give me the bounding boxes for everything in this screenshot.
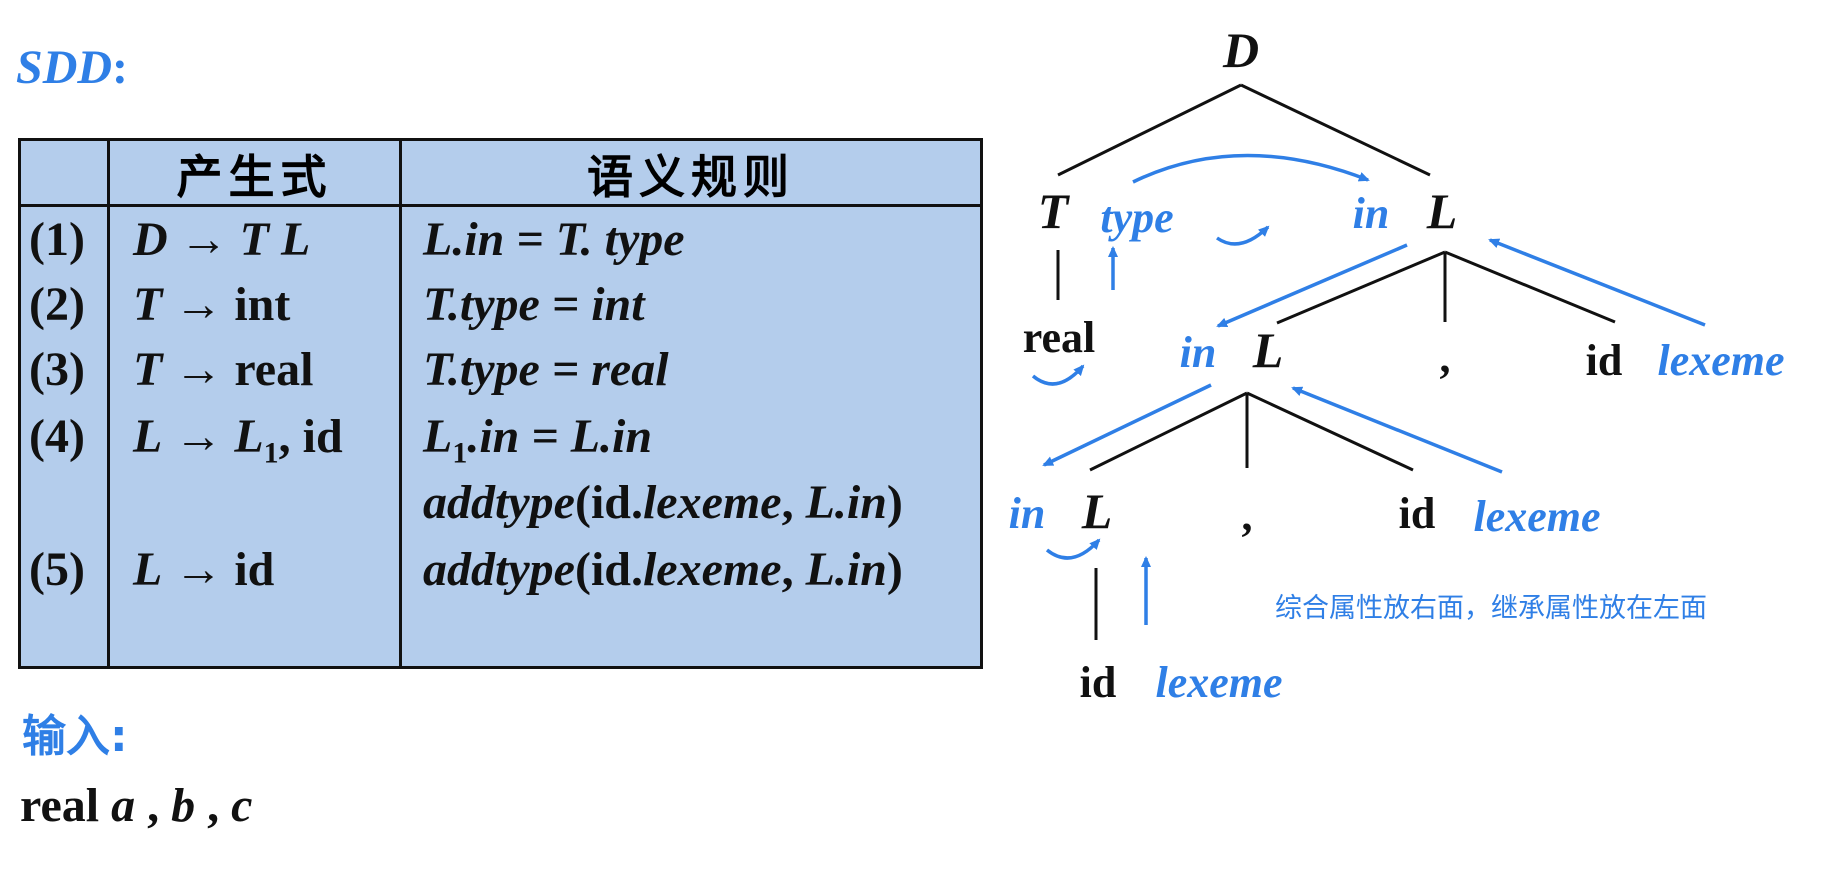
row-number: (2) (29, 278, 85, 331)
leaf-comma: , (1242, 491, 1253, 540)
semantic-rule-cell: addtype(id.lexeme, L.in) (423, 479, 903, 527)
table-divider (399, 141, 402, 666)
node-L: L (1252, 322, 1284, 378)
leaf-real: real (1023, 313, 1096, 362)
node-T: T (1038, 183, 1071, 239)
sdd-title-colon: : (112, 41, 129, 94)
input-label: 输入: (22, 711, 128, 762)
production-cell: L → id (133, 546, 274, 594)
attr-in: in (1353, 189, 1390, 238)
production-cell: D → T L (133, 216, 310, 264)
semantic-rule-cell: L1.in = L.in (423, 413, 652, 469)
rule-lhs: L (423, 410, 453, 463)
attribute-placement-note: 综合属性放右面，继承属性放在左面 (1275, 593, 1707, 624)
rule-args: L.in (805, 543, 887, 596)
input-token: a (111, 779, 136, 832)
attr-type: type (1100, 193, 1173, 242)
prod-rhs: T L (239, 213, 311, 266)
rule-args: lexeme (642, 476, 782, 529)
rule-args: , (781, 543, 806, 596)
leaf-comma: , (1440, 333, 1451, 382)
prod-lhs: D (133, 213, 168, 266)
prod-rhs: L (234, 410, 264, 463)
rule-args: , (781, 476, 806, 529)
attr-lexeme: lexeme (1155, 658, 1282, 707)
header-semantic-rule: 语义规则 (587, 150, 795, 204)
semantic-rule-cell: addtype(id.lexeme, L.in) (423, 546, 903, 594)
rule-args: (id. (574, 543, 643, 596)
rule-args: ) (886, 543, 903, 596)
leaf-id: id (1586, 336, 1623, 385)
rule-args: lexeme (642, 543, 782, 596)
node-D: D (1222, 22, 1259, 78)
attr-in: in (1180, 328, 1217, 377)
header-production: 产生式 (176, 150, 333, 204)
semantic-rule-cell: L.in = T. type (423, 213, 685, 266)
arrow: → (167, 213, 240, 266)
arrow: → (162, 543, 235, 596)
prod-rhs: id (234, 543, 275, 596)
input-token: b (171, 779, 196, 832)
attr-lexeme: lexeme (1473, 492, 1600, 541)
production-cell: T → real (133, 346, 313, 394)
input-token: c (231, 779, 253, 832)
annotated-parse-tree: D T type in L real in L , id lexeme in L… (1009, 22, 1785, 707)
prod-lhs: T (133, 278, 163, 331)
subscript: 1 (452, 436, 468, 470)
attr-lexeme: lexeme (1657, 336, 1784, 385)
node-L: L (1426, 183, 1458, 239)
arrow: → (162, 343, 235, 396)
arrow: → (162, 278, 235, 331)
rule-args: L.in (805, 476, 887, 529)
row-number: (3) (29, 343, 85, 396)
row-number: (4) (29, 410, 85, 463)
subscript: 1 (263, 436, 279, 470)
sdd-title-label: SDD (16, 41, 113, 94)
leaf-id: id (1399, 489, 1436, 538)
semantic-rule-cell: T.type = int (423, 278, 645, 331)
prod-rhs: real (234, 343, 314, 396)
rule-rhs: .in = L.in (467, 410, 653, 463)
semantic-rule-cell: T.type = real (423, 343, 669, 396)
attr-in: in (1009, 489, 1046, 538)
production-cell: T → int (133, 281, 290, 329)
prod-rhs: int (234, 278, 291, 331)
production-cell: L → L1, id (133, 413, 343, 469)
prod-rhs-rest: , id (278, 410, 343, 463)
arrow: → (162, 410, 235, 463)
node-L: L (1081, 483, 1113, 539)
rule-args: ) (886, 476, 903, 529)
row-number: (1) (29, 213, 85, 266)
rule-fn: addtype (423, 476, 575, 529)
leaf-id: id (1080, 658, 1117, 707)
prod-lhs: T (133, 343, 163, 396)
prod-lhs: L (133, 543, 163, 596)
row-number: (5) (29, 543, 85, 596)
sdd-table: 产生式 语义规则 (1) D → T L L.in = T. type (2) … (18, 138, 983, 669)
rule-args: (id. (574, 476, 643, 529)
prod-lhs: L (133, 410, 163, 463)
rule-fn: addtype (423, 543, 575, 596)
input-token: real (20, 779, 112, 832)
table-divider (107, 141, 110, 666)
input-token: , (135, 779, 172, 832)
sdd-title: SDD: (16, 40, 128, 95)
input-token: , (195, 779, 232, 832)
input-string: real a , b , c (20, 778, 252, 833)
